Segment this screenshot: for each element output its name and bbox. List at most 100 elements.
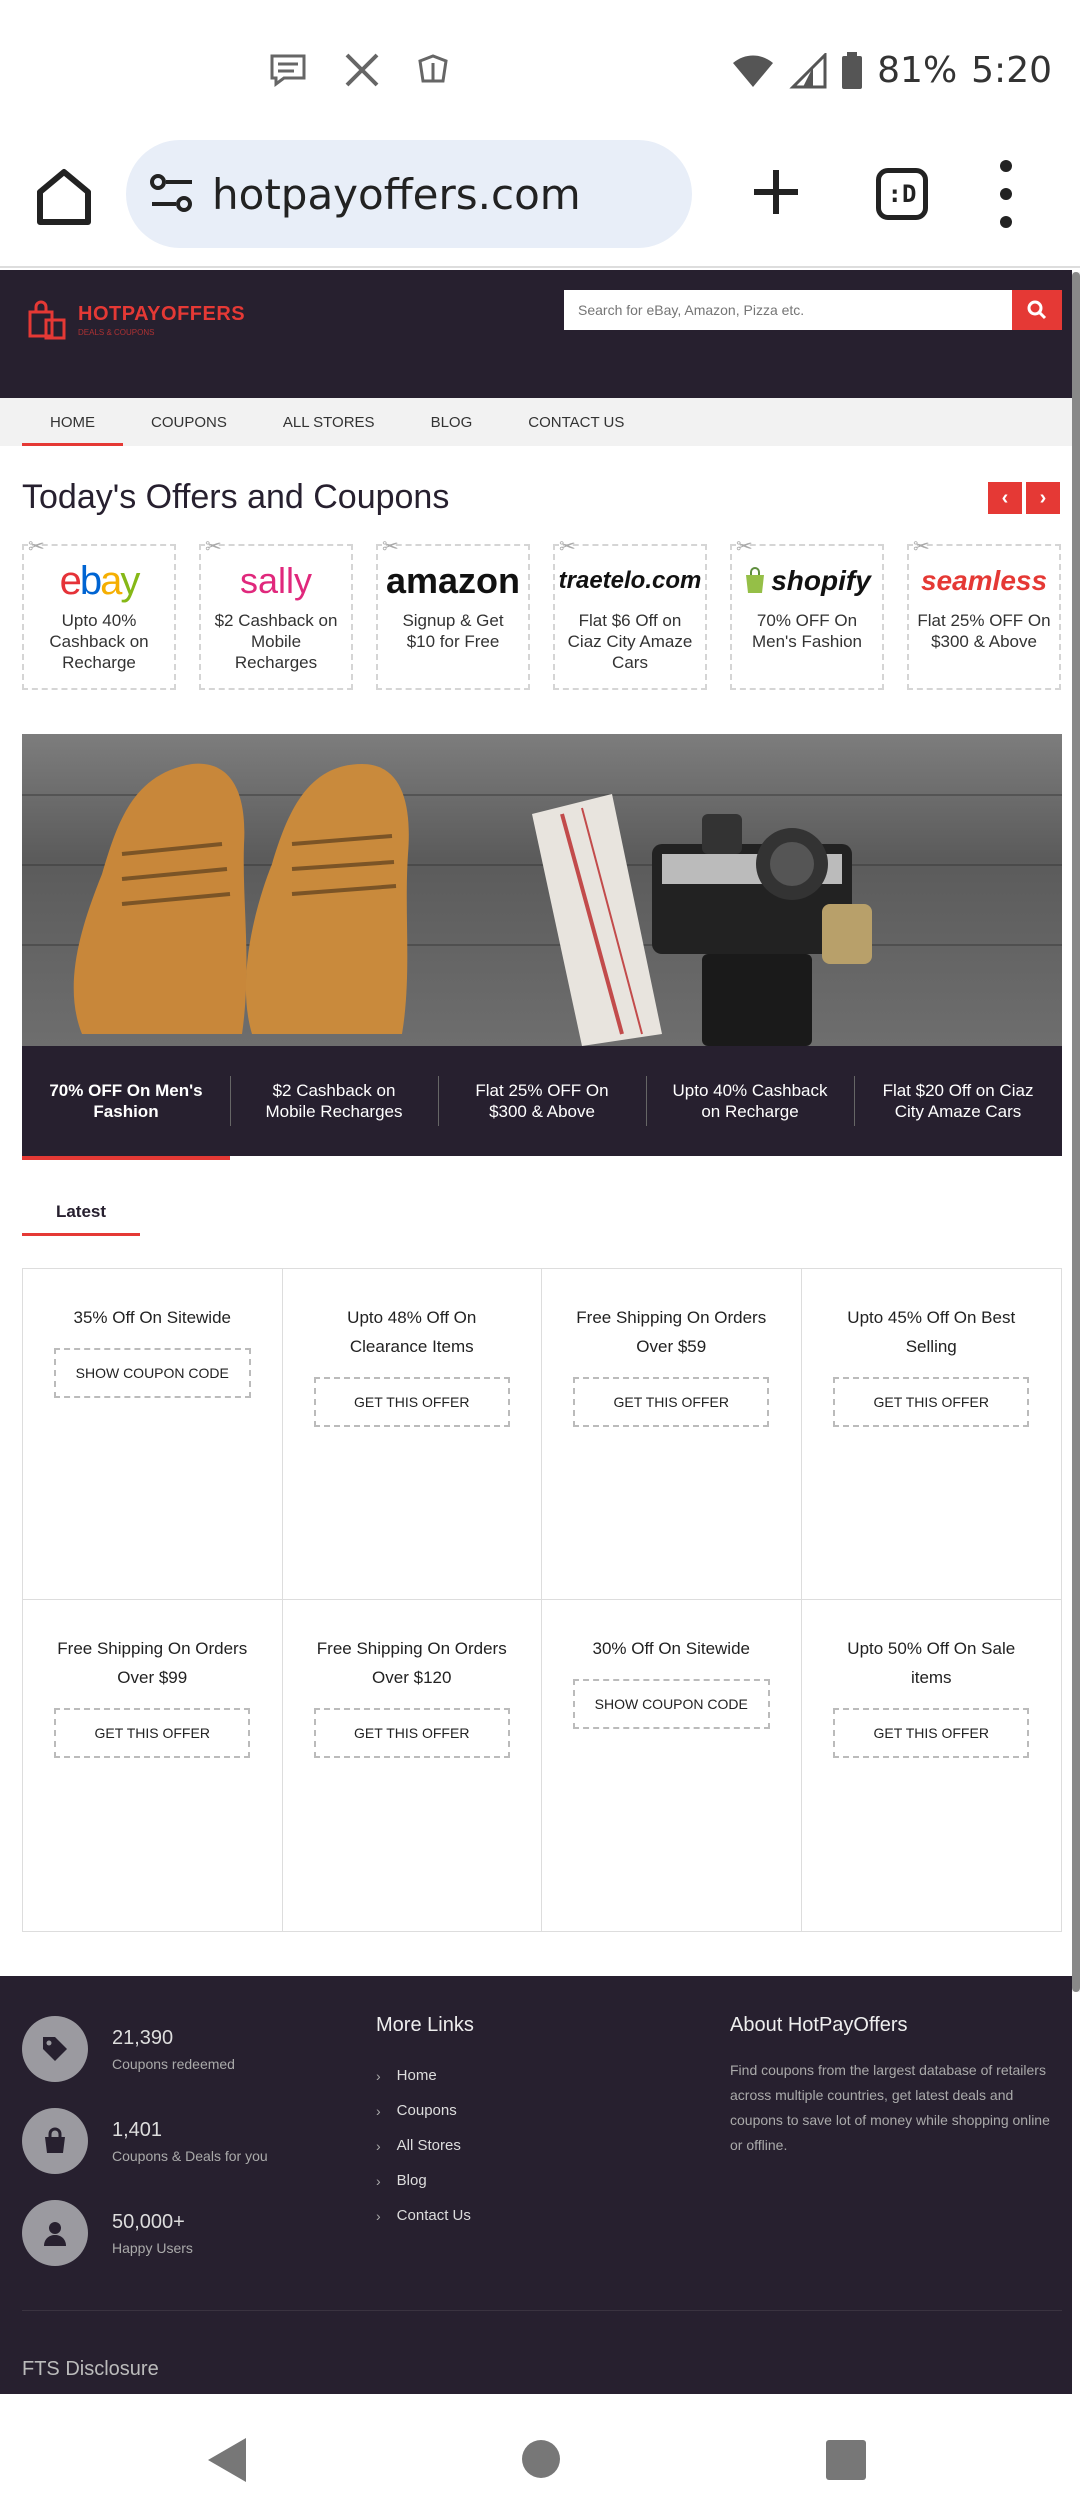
stat-label: Happy Users [112,2239,193,2256]
address-bar[interactable]: hotpayoffers.com [126,140,692,248]
hero-tab[interactable]: Flat 25% OFF On $300 & Above [438,1046,646,1156]
more-menu-icon[interactable] [990,160,1022,228]
hero-tab[interactable]: $2 Cashback on Mobile Recharges [230,1046,438,1156]
coupon-title[interactable]: Free Shipping On Orders Over $59 [542,1303,801,1361]
x-app-icon [345,53,379,87]
coupon-cell: Upto 48% Off On Clearance Items GET THIS… [282,1269,542,1600]
offer-text: Flat 25% OFF On $300 & Above [917,611,1051,651]
coupon-cell: Free Shipping On Orders Over $59 GET THI… [542,1269,802,1600]
back-icon[interactable] [208,2438,246,2482]
footer-link-label: Home [396,2067,437,2084]
nav-contact-us[interactable]: CONTACT US [500,398,652,446]
nav-blog[interactable]: BLOG [403,398,501,446]
scissors-icon: ✂ [205,536,222,558]
home-icon[interactable] [32,164,96,228]
stat-coupons-redeemed: 21,390 Coupons redeemed [22,2016,235,2082]
offer-text: 70% OFF On Men's Fashion [751,611,863,651]
wifi-icon [733,55,774,87]
offer-card[interactable]: ✂ sally $2 Cashback on Mobile Recharges [199,536,353,690]
chevron-right-icon: › [376,2137,381,2154]
brand-logo-seamless: seamless [920,565,1048,596]
footer-link-home[interactable]: › Home [376,2058,471,2093]
footer-link-label: All Stores [396,2137,461,2154]
stat-label: Coupons redeemed [112,2055,235,2072]
site-settings-icon[interactable] [144,166,200,222]
footer-link-label: Coupons [396,2102,457,2119]
recents-icon[interactable] [826,2440,866,2480]
battery-percent: 81% [877,50,958,91]
shopify-bag-icon [746,567,765,593]
nav-home[interactable]: HOME [22,398,123,446]
coupon-cell: Upto 45% Off On Best Selling GET THIS OF… [801,1269,1062,1600]
offer-card[interactable]: ✂ ebay Upto 40% Cashback on Recharge [22,536,176,690]
get-offer-button[interactable]: GET THIS OFFER [573,1377,770,1427]
get-offer-button[interactable]: GET THIS OFFER [833,1708,1030,1758]
show-coupon-code-button[interactable]: SHOW COUPON CODE [53,1348,251,1398]
offer-card[interactable]: ✂ amazon Signup & Get $10 for Free [376,536,530,690]
system-nav-bar [0,2394,1080,2520]
home-circle-icon[interactable] [522,2440,560,2478]
carousel-prev-button[interactable]: ‹ [988,482,1022,514]
get-offer-button[interactable]: GET THIS OFFER [54,1708,251,1758]
scrollbar-thumb[interactable] [1072,272,1080,1992]
stat-number: 1,401 [112,2118,163,2141]
brand-logo-shopify: shopify [732,552,882,610]
new-tab-icon[interactable] [748,164,804,220]
scissors-icon: ✂ [559,536,576,558]
coupon-cell: Upto 50% Off On Sale items GET THIS OFFE… [802,1600,1062,1931]
hero-tab[interactable]: 70% OFF On Men's Fashion [22,1046,230,1160]
chevron-right-icon: › [376,2172,381,2189]
tab-latest[interactable]: Latest [22,1190,140,1236]
hero-tabs: 70% OFF On Men's Fashion $2 Cashback on … [22,1046,1062,1160]
search-button[interactable] [1012,290,1062,330]
coupon-title[interactable]: Free Shipping On Orders Over $120 [283,1634,542,1692]
site-logo[interactable]: HOTPAYOFFERS DEALS & COUPONS [26,300,245,340]
hero-banner-image[interactable] [22,734,1062,1046]
brand-logo-text: e [59,558,82,603]
hero-tab[interactable]: Upto 40% Cashback on Recharge [646,1046,854,1156]
battery-icon [842,51,863,89]
get-offer-button[interactable]: GET THIS OFFER [833,1377,1030,1427]
url-text: hotpayoffers.com [212,169,581,219]
chevron-right-icon: › [376,2067,381,2084]
fts-disclosure-link[interactable]: FTS Disclosure [22,2358,159,2381]
footer-link-all-stores[interactable]: › All Stores [376,2128,471,2163]
brand-logo-ebay: ebay [59,558,141,603]
browser-toolbar: hotpayoffers.com :D [0,140,1080,268]
stat-number: 50,000+ [112,2210,185,2233]
offer-card[interactable]: ✂ shopify 70% OFF On Men's Fashion [730,536,884,690]
site-footer: 21,390 Coupons redeemed 1,401 Coupons & … [0,1976,1072,2394]
coupon-title[interactable]: Upto 45% Off On Best Selling [802,1303,1062,1361]
carousel-next-button[interactable]: › [1026,482,1060,514]
nav-coupons[interactable]: COUPONS [123,398,255,446]
coupon-title[interactable]: Free Shipping On Orders Over $99 [23,1634,282,1692]
coupon-title[interactable]: Upto 48% Off On Clearance Items [283,1303,542,1361]
hero-illustration [73,763,872,1046]
nav-all-stores[interactable]: ALL STORES [255,398,403,446]
offer-text: Upto 40% Cashback on Recharge [49,611,149,672]
get-offer-button[interactable]: GET THIS OFFER [313,1377,510,1427]
offer-text: Signup & Get $10 for Free [402,611,504,651]
brand-logo-traetelo: traetelo.com [558,567,702,594]
tab-switcher-button[interactable]: :D [876,168,928,220]
footer-link-label: Blog [396,2172,427,2189]
search-input[interactable] [564,290,1012,330]
footer-link-label: Contact Us [396,2207,471,2224]
hero-tab[interactable]: Flat $20 Off on Ciaz City Amaze Cars [854,1046,1062,1156]
offer-card[interactable]: ✂ traetelo.com Flat $6 Off on Ciaz City … [553,536,707,690]
coupon-title[interactable]: 35% Off On Sitewide [23,1303,282,1332]
logo-subtext: DEALS & COUPONS [78,328,155,337]
stat-happy-users: 50,000+ Happy Users [22,2200,193,2266]
offer-card[interactable]: ✂ seamless Flat 25% OFF On $300 & Above [907,536,1061,690]
page-scrollbar[interactable] [1072,272,1080,1992]
show-coupon-code-button[interactable]: SHOW COUPON CODE [572,1679,770,1729]
stat-label: Coupons & Deals for you [112,2147,268,2164]
coupon-title[interactable]: 30% Off On Sitewide [542,1634,801,1663]
footer-link-contact-us[interactable]: › Contact Us [376,2198,471,2233]
footer-link-coupons[interactable]: › Coupons [376,2093,471,2128]
tag-icon [22,2016,88,2082]
shopping-bag-logo-icon [28,300,66,340]
get-offer-button[interactable]: GET THIS OFFER [313,1708,510,1758]
coupon-title[interactable]: Upto 50% Off On Sale items [802,1634,1062,1692]
footer-link-blog[interactable]: › Blog [376,2163,471,2198]
